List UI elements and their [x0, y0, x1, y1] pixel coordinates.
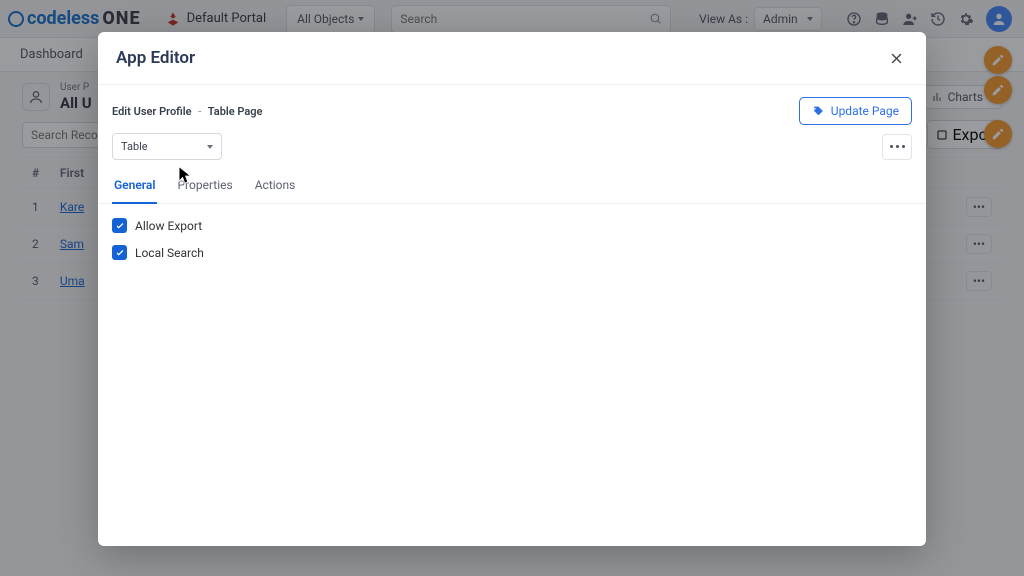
tab-actions[interactable]: Actions	[253, 170, 298, 203]
local-search-checkbox[interactable]	[112, 245, 127, 260]
modal-body: Allow Export Local Search	[98, 204, 926, 274]
breadcrumb: Edit User Profile - Table Page	[112, 105, 262, 118]
tag-icon	[812, 105, 825, 118]
tab-properties[interactable]: Properties	[175, 170, 234, 203]
modal-subheader: Edit User Profile - Table Page Update Pa…	[98, 85, 926, 133]
update-page-label: Update Page	[831, 104, 899, 118]
layout-type-select[interactable]: Table	[112, 133, 222, 160]
allow-export-row[interactable]: Allow Export	[112, 218, 912, 233]
local-search-label: Local Search	[135, 246, 204, 260]
crumb-page: Page	[237, 105, 262, 118]
update-page-button[interactable]: Update Page	[799, 97, 912, 125]
allow-export-checkbox[interactable]	[112, 218, 127, 233]
editor-tabs: General Properties Actions	[98, 170, 926, 204]
modal-title: App Editor	[116, 48, 195, 68]
check-icon	[115, 248, 125, 258]
close-icon	[889, 51, 904, 66]
modal-close-button[interactable]	[884, 46, 908, 70]
allow-export-label: Allow Export	[135, 219, 202, 233]
caret-down-icon	[207, 145, 213, 149]
layout-type-value: Table	[121, 140, 148, 153]
modal-header: App Editor	[98, 32, 926, 85]
app-editor-modal: App Editor Edit User Profile - Table Pag…	[98, 32, 926, 546]
tab-general[interactable]: General	[112, 170, 157, 204]
check-icon	[115, 221, 125, 231]
more-options-button[interactable]	[882, 134, 912, 160]
local-search-row[interactable]: Local Search	[112, 245, 912, 260]
crumb-edit: Edit	[112, 105, 131, 118]
modal-toolbar: Table	[98, 133, 926, 170]
crumb-table: Table	[208, 105, 235, 118]
crumb-object: User Profile	[134, 105, 192, 118]
